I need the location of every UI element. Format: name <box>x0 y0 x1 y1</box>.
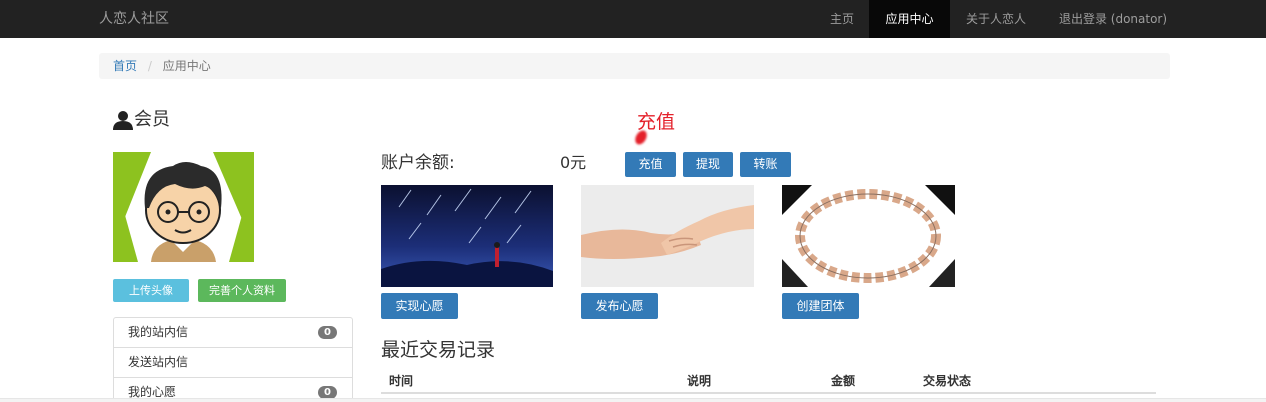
publish-wish-button[interactable]: 发布心愿 <box>581 293 658 319</box>
recent-transactions-title: 最近交易记录 <box>381 339 496 361</box>
breadcrumb-separator: / <box>147 59 152 73</box>
sidebar-item-label: 我的站内信 <box>128 325 189 339</box>
sidebar-menu: 我的站内信 0 发送站内信 我的心愿 0 <box>113 317 353 402</box>
column-header-time: 时间 <box>389 374 414 388</box>
viewport-bottom-edge <box>0 398 1266 402</box>
meteor-night-image <box>381 185 553 287</box>
member-title: 会员 <box>134 109 170 130</box>
sidebar-item-send-message[interactable]: 发送站内信 <box>114 348 352 378</box>
transfer-button[interactable]: 转账 <box>740 152 791 177</box>
column-header-amount: 金额 <box>831 374 856 388</box>
column-header-status: 交易状态 <box>923 374 972 388</box>
nav-item-about[interactable]: 关于人恋人 <box>950 0 1042 38</box>
nav-item-home[interactable]: 主页 <box>815 0 869 38</box>
member-heading: 会员 <box>112 107 170 133</box>
withdraw-button[interactable]: 提现 <box>683 152 733 177</box>
sidebar-item-label: 发送站内信 <box>128 355 189 369</box>
balance-label: 账户余额: <box>381 153 455 173</box>
balance-value: 0元 <box>560 153 587 172</box>
breadcrumb-current: 应用中心 <box>162 59 211 73</box>
breadcrumb: 首页 / 应用中心 <box>99 53 1170 79</box>
complete-profile-button[interactable]: 完善个人资料 <box>198 279 286 302</box>
sidebar-item-label: 我的心愿 <box>128 385 177 399</box>
sidebar-item-my-messages[interactable]: 我的站内信 0 <box>114 318 352 348</box>
breadcrumb-home-link[interactable]: 首页 <box>113 59 137 73</box>
message-count-badge: 0 <box>318 326 337 339</box>
recharge-button[interactable]: 充值 <box>625 152 676 177</box>
nav-item-app-center[interactable]: 应用中心 <box>869 0 950 38</box>
create-group-button[interactable]: 创建团体 <box>782 293 859 319</box>
brand-link[interactable]: 人恋人社区 <box>99 0 169 38</box>
avatar <box>113 152 254 262</box>
top-navbar: 人恋人社区 主页 应用中心 关于人恋人 退出登录 (donator) <box>0 0 1266 38</box>
circle-of-hands-image <box>782 185 955 287</box>
fulfill-wish-button[interactable]: 实现心愿 <box>381 293 458 319</box>
transactions-table-header: 时间 说明 金额 交易状态 <box>381 370 1156 394</box>
column-header-description: 说明 <box>687 374 712 388</box>
nav-item-logout[interactable]: 退出登录 (donator) <box>1042 0 1184 38</box>
upload-avatar-button[interactable]: 上传头像 <box>113 279 189 302</box>
user-icon <box>113 111 133 130</box>
holding-hands-image <box>581 185 754 287</box>
